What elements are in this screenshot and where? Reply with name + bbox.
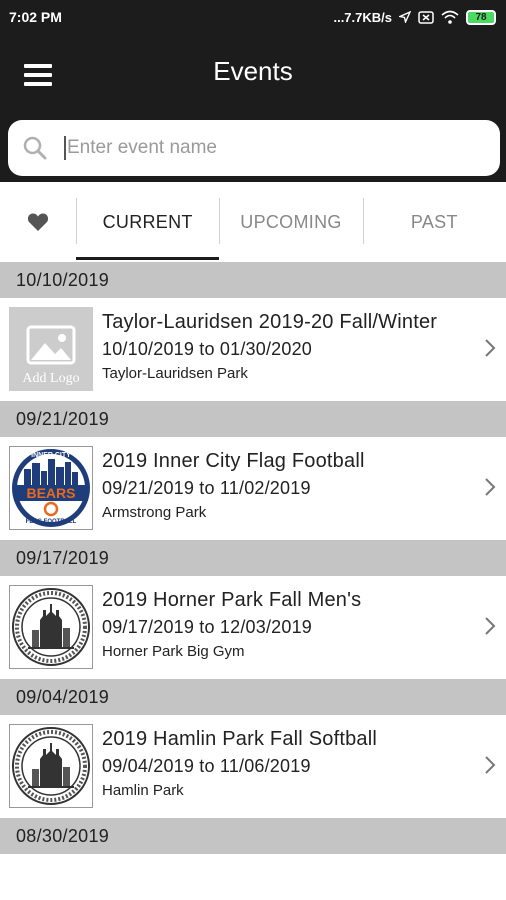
date-header: 08/30/2019	[0, 818, 506, 854]
event-row[interactable]: INNER CITY BEARS FLAG FOOTBALL 2019 Inne…	[0, 437, 506, 540]
park-district-seal-logo	[9, 585, 93, 669]
tab-upcoming[interactable]: UPCOMING	[219, 182, 362, 262]
event-dates: 09/17/2019 to 12/03/2019	[102, 617, 312, 637]
filter-tab-bar: CURRENT UPCOMING PAST	[0, 182, 506, 262]
battery-icon: 78	[466, 9, 496, 25]
page-title: Events	[213, 56, 293, 86]
tab-current[interactable]: CURRENT	[76, 182, 220, 262]
search-input[interactable]	[67, 137, 467, 159]
status-time: 7:02 PM	[9, 9, 62, 25]
date-header: 09/21/2019	[0, 401, 506, 437]
search-icon	[23, 136, 47, 160]
event-list: 10/10/2019 Add Logo Taylor-Lauridsen 201…	[0, 262, 506, 854]
location-arrow-icon	[399, 11, 411, 23]
event-name: Taylor-Lauridsen 2019-20 Fall/Winter	[102, 311, 438, 333]
chevron-right-icon	[485, 756, 496, 774]
event-name: 2019 Inner City Flag Football	[102, 450, 365, 472]
date-header: 10/10/2019	[0, 262, 506, 298]
event-dates: 09/04/2019 to 11/06/2019	[102, 756, 311, 776]
date-header: 09/04/2019	[0, 679, 506, 715]
wifi-icon	[441, 10, 459, 24]
tab-favorites[interactable]	[0, 182, 76, 262]
text-cursor	[64, 136, 66, 160]
bears-logo-mid-text: BEARS	[26, 485, 75, 501]
event-location: Taylor-Lauridsen Park	[102, 365, 248, 382]
event-name: 2019 Horner Park Fall Men's	[102, 589, 362, 611]
status-bar: 7:02 PM ...7.7KB/s 78	[0, 0, 506, 34]
chevron-right-icon	[485, 617, 496, 635]
chevron-right-icon	[485, 478, 496, 496]
bears-logo-bottom-text: FLAG FOOTBALL	[26, 519, 77, 525]
event-row[interactable]: 2019 Horner Park Fall Men's 09/17/2019 t…	[0, 576, 506, 679]
sim-card-icon	[418, 10, 434, 24]
event-dates: 10/10/2019 to 01/30/2020	[102, 339, 312, 359]
date-header: 09/17/2019	[0, 540, 506, 576]
heart-icon	[27, 213, 49, 231]
event-logo-placeholder: Add Logo	[9, 307, 93, 391]
event-location: Hamlin Park	[102, 782, 184, 799]
event-location: Horner Park Big Gym	[102, 643, 245, 660]
bears-logo: INNER CITY BEARS FLAG FOOTBALL	[9, 446, 93, 530]
search-bar[interactable]	[8, 120, 500, 176]
app-bar: Events	[0, 34, 506, 182]
chevron-right-icon	[485, 339, 496, 357]
bears-logo-top-text: INNER CITY	[31, 452, 71, 459]
event-dates: 09/21/2019 to 11/02/2019	[102, 478, 311, 498]
park-district-seal-logo	[9, 724, 93, 808]
event-name: 2019 Hamlin Park Fall Softball	[102, 728, 378, 750]
status-indicators: ...7.7KB/s 78	[333, 9, 496, 25]
network-speed: ...7.7KB/s	[333, 9, 392, 25]
tab-past[interactable]: PAST	[362, 182, 506, 262]
event-location: Armstrong Park	[102, 504, 207, 521]
add-logo-label: Add Logo	[22, 371, 80, 386]
event-row[interactable]: Add Logo Taylor-Lauridsen 2019-20 Fall/W…	[0, 298, 506, 401]
event-row[interactable]: 2019 Hamlin Park Fall Softball 09/04/201…	[0, 715, 506, 818]
